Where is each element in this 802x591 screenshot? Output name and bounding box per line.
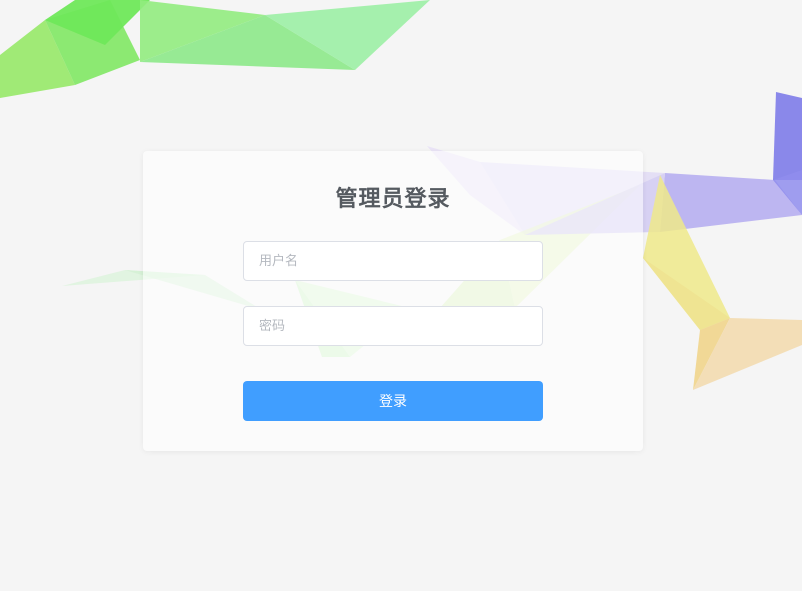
login-button[interactable]: 登录 [243,381,543,421]
login-card: 管理员登录 登录 [143,151,643,451]
page-title: 管理员登录 [335,187,451,212]
username-input[interactable] [243,241,543,281]
login-page: 管理员登录 登录 [0,0,802,591]
password-input[interactable] [243,306,543,346]
